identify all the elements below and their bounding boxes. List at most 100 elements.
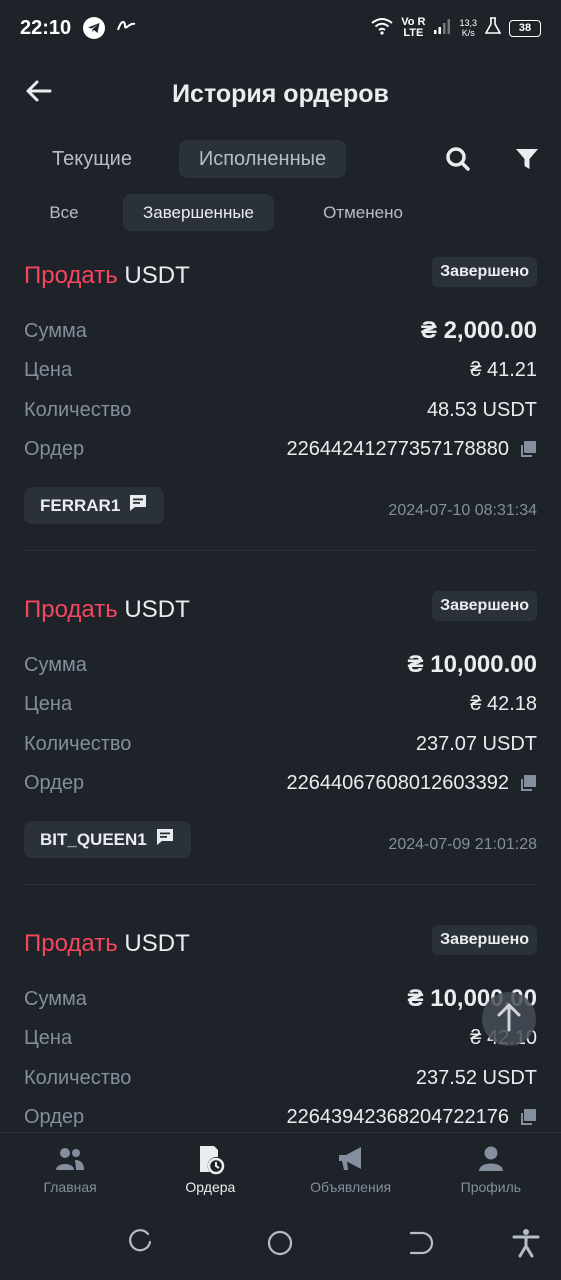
divider bbox=[24, 550, 537, 551]
order-id-label: Ордер bbox=[24, 437, 85, 460]
person-icon bbox=[475, 1143, 507, 1175]
price-value: ₴ 41.21 bbox=[470, 358, 537, 381]
tab-current[interactable]: Текущие bbox=[34, 140, 150, 178]
order-id-label: Ордер bbox=[24, 1105, 85, 1128]
system-navigation-bar bbox=[0, 1204, 561, 1280]
quantity-value: 237.52 USDT bbox=[415, 1066, 537, 1089]
nav-item-ads[interactable]: Объявления bbox=[281, 1133, 421, 1204]
order-id-value: 22643942368204722176 bbox=[286, 1105, 509, 1128]
order-card[interactable]: Продать USDT Завершено Сумма ₴ 2,000.00 … bbox=[0, 232, 561, 566]
amount-label: Сумма bbox=[24, 987, 87, 1010]
order-side-action: Продать bbox=[24, 596, 118, 623]
nav-item-home[interactable]: Главная bbox=[0, 1133, 140, 1204]
amount-label: Сумма bbox=[24, 319, 87, 342]
scroll-to-top-button[interactable] bbox=[482, 992, 536, 1046]
order-asset: USDT bbox=[124, 596, 190, 623]
counterparty-name: BIT_QUEEN1 bbox=[40, 829, 147, 849]
order-asset: USDT bbox=[124, 930, 190, 957]
counterparty-chat-button[interactable]: BIT_QUEEN1 bbox=[24, 821, 191, 858]
back-gesture-icon[interactable] bbox=[405, 1228, 435, 1258]
copy-icon[interactable] bbox=[519, 440, 537, 458]
price-label: Цена bbox=[24, 692, 73, 715]
price-row: Цена ₴ 41.21 bbox=[24, 355, 537, 385]
signal-icon bbox=[433, 18, 451, 39]
megaphone-icon bbox=[335, 1143, 367, 1175]
orders-clock-icon bbox=[194, 1143, 226, 1175]
nav-label-ads: Объявления bbox=[310, 1178, 392, 1195]
quantity-row: Количество 237.07 USDT bbox=[24, 729, 537, 759]
app-notification-icon bbox=[115, 18, 139, 39]
amount-value: ₴ 2,000.00 bbox=[420, 317, 537, 344]
tab-completed-orders[interactable]: Исполненные bbox=[179, 140, 346, 178]
status-bar: 22:10 Vo R LTE 13,3 K/s 38 bbox=[0, 0, 561, 56]
wifi-icon bbox=[371, 17, 393, 40]
order-id-row: Ордер 22643942368204722176 bbox=[24, 1102, 537, 1132]
subtab-all[interactable]: Все bbox=[34, 194, 94, 231]
quantity-row: Количество 48.53 USDT bbox=[24, 395, 537, 425]
orders-list: Продать USDT Завершено Сумма ₴ 2,000.00 … bbox=[0, 232, 561, 1132]
copy-icon[interactable] bbox=[519, 774, 537, 792]
quantity-label: Количество bbox=[24, 732, 132, 755]
price-value: ₴ 42.18 bbox=[470, 692, 537, 715]
filter-icon[interactable] bbox=[512, 144, 542, 174]
network-speed: 13,3 K/s bbox=[459, 18, 477, 38]
order-id-value: 22644067608012603392 bbox=[286, 771, 509, 794]
price-row: Цена ₴ 42.10 bbox=[24, 1023, 537, 1053]
telegram-icon bbox=[83, 17, 106, 39]
flask-icon bbox=[484, 16, 502, 40]
order-side: Продать USDT bbox=[24, 262, 190, 290]
order-id-label: Ордер bbox=[24, 771, 85, 794]
price-row: Цена ₴ 42.18 bbox=[24, 689, 537, 719]
order-side: Продать USDT bbox=[24, 596, 190, 624]
battery-icon: 38 bbox=[509, 19, 541, 37]
order-id-row: Ордер 22644241277357178880 bbox=[24, 434, 537, 464]
amount-row: Сумма ₴ 10,000.00 bbox=[24, 984, 537, 1014]
recent-apps-icon[interactable] bbox=[126, 1228, 156, 1258]
back-arrow-icon[interactable] bbox=[24, 76, 54, 106]
price-label: Цена bbox=[24, 1026, 73, 1049]
copy-icon[interactable] bbox=[519, 1108, 537, 1126]
nav-item-profile[interactable]: Профиль bbox=[421, 1133, 561, 1204]
nav-label-orders: Ордера bbox=[185, 1178, 236, 1195]
subtab-cancelled[interactable]: Отменено bbox=[300, 194, 426, 231]
header: История ордеров bbox=[0, 56, 561, 132]
quantity-label: Количество bbox=[24, 398, 132, 421]
status-badge: Завершено bbox=[432, 925, 537, 955]
order-side-action: Продать bbox=[24, 262, 118, 289]
subtab-completed[interactable]: Завершенные bbox=[123, 194, 274, 231]
chat-icon bbox=[155, 827, 175, 852]
divider bbox=[24, 884, 537, 885]
order-tabs: Текущие Исполненные bbox=[0, 140, 561, 180]
network-indicator: Vo R LTE bbox=[401, 16, 426, 39]
price-label: Цена bbox=[24, 358, 73, 381]
order-id-value: 22644241277357178880 bbox=[286, 437, 509, 460]
bottom-nav: Главная Ордера Объявления Профиль bbox=[0, 1132, 561, 1204]
quantity-row: Количество 237.52 USDT bbox=[24, 1063, 537, 1093]
quantity-value: 237.07 USDT bbox=[415, 732, 537, 755]
order-card[interactable]: Продать USDT Завершено Сумма ₴ 10,000.00… bbox=[0, 900, 561, 1132]
nav-label-home: Главная bbox=[43, 1178, 97, 1195]
order-id-row: Ордер 22644067608012603392 bbox=[24, 768, 537, 798]
status-badge: Завершено bbox=[432, 257, 537, 287]
nav-label-profile: Профиль bbox=[460, 1178, 522, 1195]
status-time: 22:10 bbox=[20, 16, 72, 39]
order-side-action: Продать bbox=[24, 930, 118, 957]
order-asset: USDT bbox=[124, 262, 190, 289]
quantity-value: 48.53 USDT bbox=[426, 398, 537, 421]
accessibility-icon[interactable] bbox=[511, 1228, 541, 1258]
order-card[interactable]: Продать USDT Завершено Сумма ₴ 10,000.00… bbox=[0, 566, 561, 900]
arrow-up-icon bbox=[495, 1002, 523, 1037]
status-badge: Завершено bbox=[432, 591, 537, 621]
home-circle-icon[interactable] bbox=[265, 1228, 295, 1258]
amount-label: Сумма bbox=[24, 653, 87, 676]
counterparty-chat-button[interactable]: FERRAR1 bbox=[24, 487, 165, 524]
chat-icon bbox=[128, 493, 148, 518]
order-timestamp: 2024-07-10 08:31:34 bbox=[388, 502, 537, 519]
order-side: Продать USDT bbox=[24, 930, 190, 958]
status-filter-tabs: Все Завершенные Отменено bbox=[0, 194, 561, 232]
people-icon bbox=[54, 1143, 86, 1175]
nav-item-orders[interactable]: Ордера bbox=[140, 1133, 280, 1204]
amount-row: Сумма ₴ 2,000.00 bbox=[24, 316, 537, 346]
order-timestamp: 2024-07-09 21:01:28 bbox=[388, 836, 537, 853]
search-icon[interactable] bbox=[443, 144, 473, 174]
